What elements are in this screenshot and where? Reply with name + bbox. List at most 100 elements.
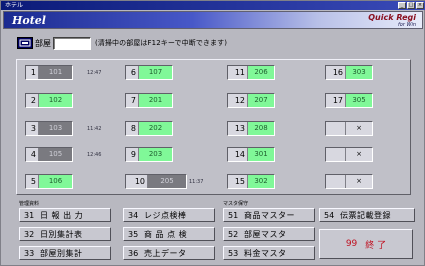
room-number bbox=[326, 148, 346, 161]
room-button[interactable]: × bbox=[325, 121, 373, 136]
daily-summary-button[interactable]: 32 日別集計表 bbox=[19, 227, 111, 241]
room-status: 202 bbox=[139, 122, 172, 135]
maximize-button[interactable]: □ bbox=[407, 2, 415, 9]
room-number: 2 bbox=[26, 94, 39, 107]
menu-number: 53 bbox=[228, 248, 239, 258]
room-button[interactable]: 10 205 bbox=[125, 174, 187, 189]
menu-label: 売上データ bbox=[144, 248, 187, 258]
room-time: 12:46 bbox=[87, 152, 102, 158]
room-status: 107 bbox=[139, 66, 172, 79]
product-check-button[interactable]: 35 商 品 点 検 bbox=[123, 227, 215, 241]
room-button[interactable]: 16 303 bbox=[325, 65, 373, 80]
window-controls: _ □ × bbox=[398, 2, 424, 9]
room-button[interactable]: 4 105 bbox=[25, 147, 73, 162]
room-status: 208 bbox=[248, 122, 274, 135]
room-button[interactable]: 11 206 bbox=[227, 65, 275, 80]
room-status: 302 bbox=[248, 175, 274, 188]
room-status: × bbox=[346, 148, 372, 161]
room-button[interactable]: 6 107 bbox=[125, 65, 173, 80]
minimize-button[interactable]: _ bbox=[398, 2, 406, 9]
room-number: 7 bbox=[126, 94, 139, 107]
menu-number: 51 bbox=[228, 210, 239, 220]
brand-name: Quick Regi bbox=[368, 13, 416, 22]
room-status: 207 bbox=[248, 94, 274, 107]
room-button[interactable]: 12 207 bbox=[227, 93, 275, 108]
menu-label: レジ点検棒 bbox=[144, 210, 187, 220]
room-status: × bbox=[346, 175, 372, 188]
app-title: Hotel bbox=[12, 14, 46, 27]
rate-master-button[interactable]: 53 料金マスタ bbox=[223, 246, 315, 260]
room-button[interactable]: × bbox=[325, 174, 373, 189]
menu-number: 31 bbox=[24, 210, 35, 220]
room-button[interactable]: 5 106 bbox=[25, 174, 73, 189]
room-time: 11:42 bbox=[87, 126, 102, 132]
product-master-button[interactable]: 51 商品マスター bbox=[223, 208, 315, 222]
room-status: 106 bbox=[39, 175, 72, 188]
room-number: 3 bbox=[26, 122, 39, 135]
room-button[interactable]: 15 302 bbox=[227, 174, 275, 189]
menu-label: 部屋別集計 bbox=[40, 248, 83, 258]
slip-register-button[interactable]: 54 伝票記載登録 bbox=[319, 208, 415, 222]
search-label: 部屋 bbox=[35, 38, 51, 48]
room-number: 17 bbox=[326, 94, 346, 107]
room-status: 303 bbox=[346, 66, 372, 79]
room-button[interactable]: 3 103 bbox=[25, 121, 73, 136]
room-number: 16 bbox=[326, 66, 346, 79]
room-status: 103 bbox=[39, 122, 72, 135]
menu-number: 36 bbox=[128, 248, 139, 258]
exit-label: 終 了 bbox=[365, 240, 387, 251]
main-window: ホテル _ □ × Hotel Quick Regi for Win 部屋 (清… bbox=[0, 0, 425, 266]
room-button[interactable]: 2 102 bbox=[25, 93, 73, 108]
room-summary-button[interactable]: 33 部屋別集計 bbox=[19, 246, 111, 260]
brand-subtitle: for Win bbox=[398, 22, 416, 28]
close-button[interactable]: × bbox=[416, 2, 424, 9]
menu-label: 料金マスタ bbox=[244, 248, 287, 258]
room-number: 4 bbox=[26, 148, 39, 161]
room-button[interactable]: × bbox=[325, 147, 373, 162]
room-status: 301 bbox=[248, 148, 274, 161]
menu-number: 52 bbox=[228, 229, 239, 239]
room-button[interactable]: 17 305 bbox=[325, 93, 373, 108]
exit-number: 99 bbox=[345, 239, 358, 249]
room-number: 5 bbox=[26, 175, 39, 188]
menu-number: 35 bbox=[128, 229, 139, 239]
room-time: 11:37 bbox=[189, 179, 204, 185]
room-number: 11 bbox=[228, 66, 248, 79]
room-number: 12 bbox=[228, 94, 248, 107]
room-button[interactable]: 8 202 bbox=[125, 121, 173, 136]
room-number-input[interactable] bbox=[53, 36, 91, 50]
window-title: ホテル bbox=[5, 2, 24, 9]
title-bar: ホテル _ □ × bbox=[1, 1, 425, 10]
room-number: 8 bbox=[126, 122, 139, 135]
register-check-button[interactable]: 34 レジ点検棒 bbox=[123, 208, 215, 222]
sales-data-button[interactable]: 36 売上データ bbox=[123, 246, 215, 260]
search-hint: (清掃中の部屋はF12キーで中断できます) bbox=[95, 39, 228, 47]
search-icon bbox=[17, 37, 33, 49]
room-status: 305 bbox=[346, 94, 372, 107]
room-number: 9 bbox=[126, 148, 139, 161]
room-number bbox=[326, 122, 346, 135]
exit-button[interactable]: 99 終 了 bbox=[319, 229, 413, 259]
room-master-button[interactable]: 52 部屋マスタ bbox=[223, 227, 315, 241]
room-number: 10 bbox=[126, 175, 148, 188]
room-number: 13 bbox=[228, 122, 248, 135]
menu-number: 34 bbox=[128, 210, 139, 220]
menu-label: 日 報 出 力 bbox=[40, 210, 84, 220]
room-status: 102 bbox=[39, 94, 72, 107]
room-status: 203 bbox=[139, 148, 172, 161]
room-number: 6 bbox=[126, 66, 139, 79]
room-time: 12:47 bbox=[87, 70, 102, 76]
menu-label: 商 品 点 検 bbox=[144, 229, 188, 239]
room-button[interactable]: 1 101 bbox=[25, 65, 73, 80]
daily-report-button[interactable]: 31 日 報 出 力 bbox=[19, 208, 111, 222]
room-status: 206 bbox=[248, 66, 274, 79]
app-header: Hotel Quick Regi for Win bbox=[3, 11, 423, 29]
room-button[interactable]: 9 203 bbox=[125, 147, 173, 162]
room-button[interactable]: 7 201 bbox=[125, 93, 173, 108]
room-number: 1 bbox=[26, 66, 39, 79]
room-status: 101 bbox=[39, 66, 72, 79]
room-button[interactable]: 13 208 bbox=[227, 121, 275, 136]
room-button[interactable]: 14 301 bbox=[227, 147, 275, 162]
menu-label: 伝票記載登録 bbox=[340, 210, 391, 220]
room-status: 201 bbox=[139, 94, 172, 107]
